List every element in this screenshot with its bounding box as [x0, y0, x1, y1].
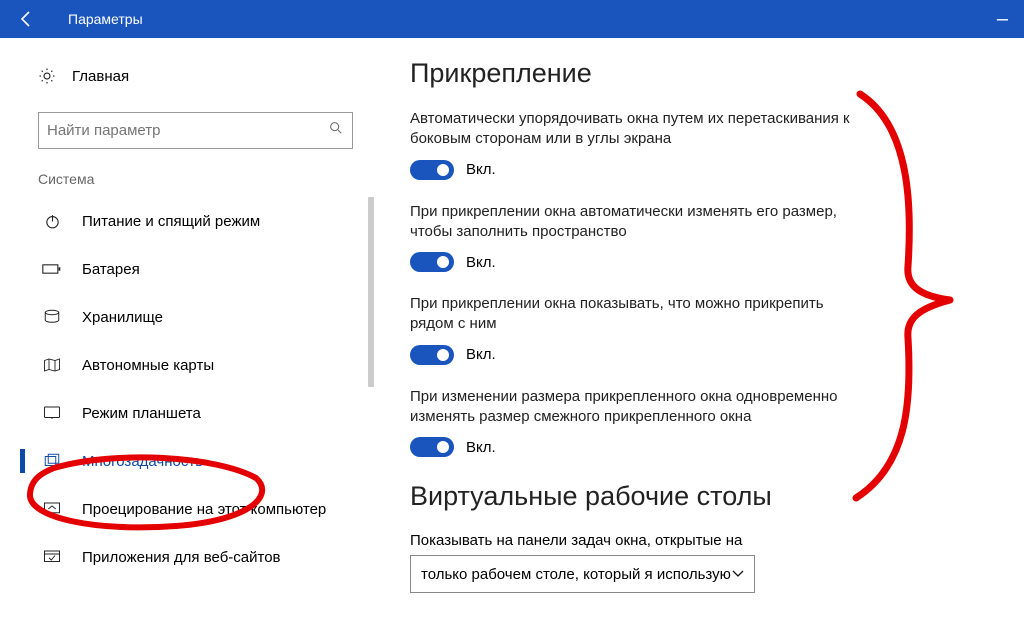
toggle-state: Вкл.: [466, 161, 496, 178]
setting-snap-arrange: Автоматически упорядочивать окна путем и…: [410, 109, 870, 180]
sidebar-item-maps[interactable]: Автономные карты: [38, 341, 368, 389]
nav-list: Питание и спящий режим Батарея Хранилище…: [38, 197, 368, 581]
battery-icon: [40, 262, 64, 276]
section-title-desktops: Виртуальные рабочие столы: [410, 481, 984, 512]
sidebar-item-label: Режим планшета: [82, 405, 201, 422]
toggle-snap-resize[interactable]: [410, 437, 454, 457]
sidebar-item-tablet[interactable]: Режим планшета: [38, 389, 368, 437]
toggle-state: Вкл.: [466, 254, 496, 271]
gear-icon: [38, 67, 58, 85]
sidebar-item-label: Проецирование на этот компьютер: [82, 501, 326, 518]
sidebar-item-power[interactable]: Питание и спящий режим: [38, 197, 368, 245]
chevron-down-icon: [732, 567, 744, 581]
setting-desc: При прикреплении окна автоматически изме…: [410, 202, 870, 243]
toggle-snap-assist[interactable]: [410, 345, 454, 365]
sidebar-item-label: Автономные карты: [82, 357, 214, 374]
back-button[interactable]: [8, 1, 44, 37]
multitask-icon: [40, 453, 64, 469]
search-field[interactable]: [47, 122, 328, 139]
window-title: Параметры: [68, 11, 143, 27]
power-icon: [40, 213, 64, 230]
sidebar-item-label: Приложения для веб-сайтов: [82, 549, 281, 566]
tablet-icon: [40, 405, 64, 421]
desktop-dropdown[interactable]: только рабочем столе, который я использу…: [410, 555, 755, 593]
desktop-option-label: Показывать на панели задач окна, открыты…: [410, 532, 984, 549]
home-nav[interactable]: Главная: [38, 56, 368, 96]
titlebar: Параметры –: [0, 0, 1024, 38]
webapps-icon: [40, 549, 64, 565]
setting-desc: При прикреплении окна показывать, что мо…: [410, 294, 870, 335]
sidebar-item-storage[interactable]: Хранилище: [38, 293, 368, 341]
group-label-system: Система: [38, 171, 368, 187]
section-title-snap: Прикрепление: [410, 58, 984, 89]
sidebar-item-webapps[interactable]: Приложения для веб-сайтов: [38, 533, 368, 581]
toggle-snap-arrange[interactable]: [410, 160, 454, 180]
setting-snap-resize: При изменении размера прикрепленного окн…: [410, 387, 870, 458]
storage-icon: [40, 309, 64, 325]
toggle-snap-fill[interactable]: [410, 252, 454, 272]
sidebar-item-label: Батарея: [82, 261, 140, 278]
dropdown-value: только рабочем столе, который я использу…: [421, 566, 731, 583]
setting-desc: Автоматически упорядочивать окна путем и…: [410, 109, 870, 150]
sidebar: Главная Система Питание и спящий режим: [38, 56, 368, 581]
minimize-button[interactable]: –: [997, 8, 1008, 31]
setting-desc: При изменении размера прикрепленного окн…: [410, 387, 870, 428]
sidebar-item-battery[interactable]: Батарея: [38, 245, 368, 293]
search-input[interactable]: [38, 112, 353, 149]
sidebar-item-label: Питание и спящий режим: [82, 213, 260, 230]
project-icon: [40, 501, 64, 517]
toggle-state: Вкл.: [466, 346, 496, 363]
sidebar-item-projecting[interactable]: Проецирование на этот компьютер: [38, 485, 368, 533]
search-icon: [328, 120, 344, 141]
home-label: Главная: [72, 68, 129, 85]
sidebar-item-multitasking[interactable]: Многозадачность: [38, 437, 368, 485]
setting-snap-assist: При прикреплении окна показывать, что мо…: [410, 294, 870, 365]
sidebar-item-label: Многозадачность: [82, 453, 203, 470]
scrollbar-thumb[interactable]: [368, 197, 374, 387]
sidebar-item-label: Хранилище: [82, 309, 163, 326]
toggle-state: Вкл.: [466, 439, 496, 456]
setting-snap-fill: При прикреплении окна автоматически изме…: [410, 202, 870, 273]
content-area: Прикрепление Автоматически упорядочивать…: [410, 58, 984, 593]
map-icon: [40, 357, 64, 373]
